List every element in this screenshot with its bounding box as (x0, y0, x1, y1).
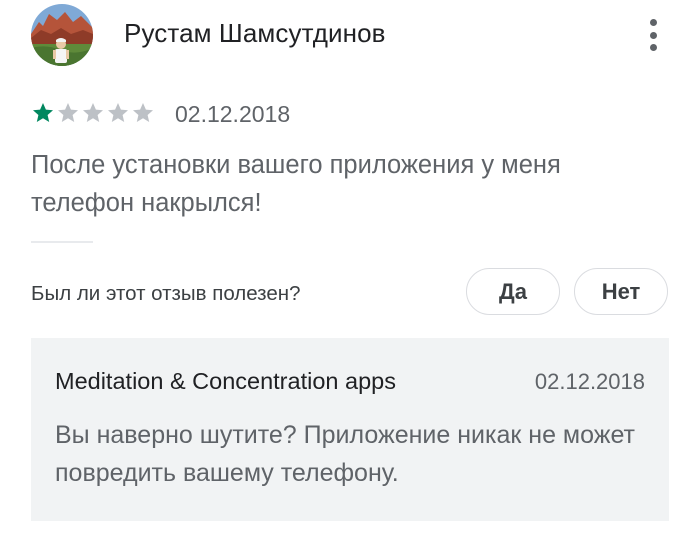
more-vert-icon (649, 31, 657, 39)
more-options-button[interactable] (640, 16, 666, 54)
review-author-name: Рустам Шамсутдинов (124, 18, 386, 48)
reply-date: 02.12.2018 (534, 369, 645, 394)
review-text: После установки вашего приложения у меня… (31, 151, 561, 217)
helpful-no-button[interactable]: Нет (574, 268, 668, 315)
helpful-question: Был ли этот отзыв полезен? (31, 282, 301, 305)
star-filled-icon (33, 103, 53, 122)
more-vert-icon (649, 19, 657, 26)
star-empty-icon (108, 103, 128, 122)
review-date: 02.12.2018 (175, 101, 291, 127)
avatar[interactable] (31, 4, 93, 66)
reply-text: Вы наверно шутите? Приложение никак не м… (55, 421, 635, 487)
divider (31, 241, 93, 243)
helpful-yes-button[interactable]: Да (466, 268, 560, 315)
star-empty-icon (83, 103, 103, 122)
avatar-photo (31, 4, 93, 66)
star-empty-icon (58, 103, 78, 122)
developer-reply: Meditation & Concentration apps 02.12.20… (31, 338, 669, 521)
star-rating (31, 101, 155, 125)
star-empty-icon (133, 103, 153, 122)
developer-name: Meditation & Concentration apps (55, 368, 396, 394)
more-vert-icon (649, 44, 657, 51)
